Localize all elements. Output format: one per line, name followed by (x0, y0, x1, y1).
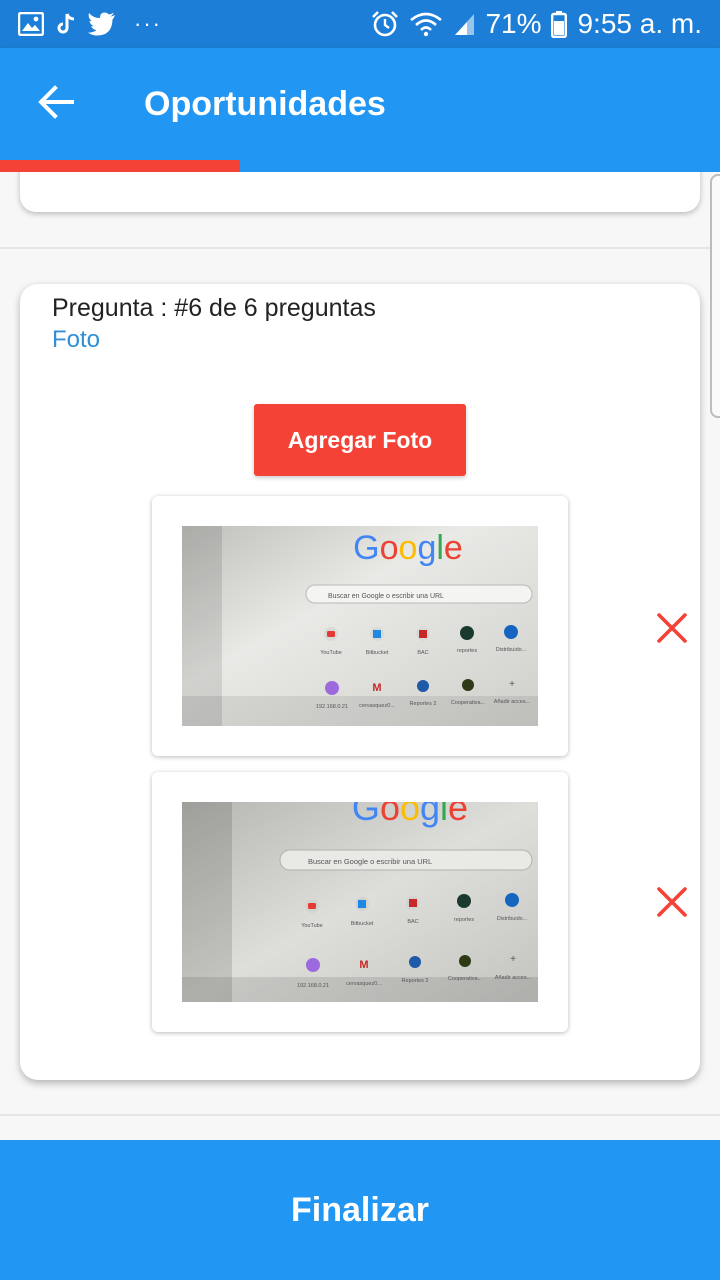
alarm-icon (371, 10, 399, 38)
tiktok-icon (56, 12, 76, 36)
svg-text:Añadir acces...: Añadir acces... (494, 699, 531, 705)
svg-text:reportes: reportes (454, 917, 474, 923)
status-bar-system: 71% 9:55 a. m. (371, 8, 702, 40)
svg-text:Bitbucket: Bitbucket (351, 921, 374, 927)
back-button[interactable] (20, 68, 92, 140)
page-title: Oportunidades (144, 84, 386, 123)
scrollbar-thumb[interactable] (710, 174, 720, 418)
divider (0, 1114, 720, 1116)
svg-text:Reportes 2: Reportes 2 (402, 978, 429, 984)
gallery-icon (18, 12, 44, 36)
svg-text:YouTube: YouTube (301, 923, 323, 929)
close-icon (657, 887, 687, 917)
status-bar: ··· 71% 9:55 a. m. (0, 0, 720, 48)
question-card: Pregunta : #6 de 6 preguntas Foto Agrega… (20, 284, 700, 1080)
svg-text:+: + (509, 679, 515, 690)
previous-question-card (20, 172, 700, 212)
finalize-button[interactable]: Finalizar (0, 1140, 720, 1280)
question-number: Pregunta : #6 de 6 preguntas (52, 294, 376, 322)
svg-text:192.168.0.21: 192.168.0.21 (297, 983, 329, 989)
remove-photo-button[interactable] (654, 884, 690, 920)
question-type: Foto (52, 326, 101, 353)
svg-text:cervasquez0...: cervasquez0... (359, 703, 395, 709)
survey-progress-bar (0, 160, 720, 172)
svg-text:192.168.0.21: 192.168.0.21 (316, 704, 348, 710)
add-photo-button[interactable]: Agregar Foto (254, 404, 466, 476)
app-bar: Oportunidades (0, 48, 720, 160)
svg-text:Distribuido...: Distribuido... (497, 916, 528, 922)
svg-text:BAC: BAC (407, 919, 418, 925)
svg-text:Cooperativa...: Cooperativa... (451, 700, 486, 706)
battery-percent: 71% (485, 8, 542, 39)
svg-text:Añadir acces...: Añadir acces... (495, 975, 532, 981)
photo-card[interactable]: Google Buscar en Google o escribir una U… (152, 496, 568, 756)
photo-search-placeholder: Buscar en Google o escribir una URL (308, 857, 432, 866)
photo-search-placeholder: Buscar en Google o escribir una URL (328, 593, 444, 600)
more-notifications-indicator: ··· (134, 11, 162, 36)
status-bar-notifications: ··· (18, 11, 162, 37)
progress-fill (0, 160, 240, 172)
svg-text:reportes: reportes (457, 648, 477, 654)
remove-photo-button[interactable] (654, 610, 690, 646)
photo-thumbnail[interactable]: Google Buscar en Google o escribir una U… (182, 526, 538, 726)
twitter-icon (88, 12, 116, 36)
svg-text:Cooperativa...: Cooperativa... (448, 976, 483, 982)
arrow-left-icon (38, 84, 74, 124)
photo-card[interactable]: Google Buscar en Google o escribir una U… (152, 772, 568, 1032)
signal-icon (453, 12, 475, 36)
close-icon (657, 613, 687, 643)
divider (0, 247, 720, 249)
photo-logo: Google (353, 529, 463, 567)
photo-thumbnail[interactable]: Google Buscar en Google o escribir una U… (182, 802, 538, 1002)
svg-text:Bitbucket: Bitbucket (366, 650, 389, 656)
svg-text:M: M (372, 682, 381, 694)
questions-scroll-area[interactable]: Pregunta : #6 de 6 preguntas Foto Agrega… (0, 172, 720, 1140)
svg-text:Distribuido...: Distribuido... (496, 647, 527, 653)
wifi-icon (409, 11, 443, 37)
svg-text:YouTube: YouTube (320, 650, 342, 656)
photo-logo: Google (352, 802, 468, 828)
clock: 9:55 a. m. (577, 8, 702, 39)
battery-icon (551, 10, 568, 38)
svg-text:Reportes 2: Reportes 2 (410, 701, 437, 707)
svg-text:+: + (510, 954, 516, 965)
svg-text:cervasquez0...: cervasquez0... (346, 981, 382, 987)
svg-text:M: M (359, 959, 368, 971)
svg-text:BAC: BAC (417, 650, 428, 656)
